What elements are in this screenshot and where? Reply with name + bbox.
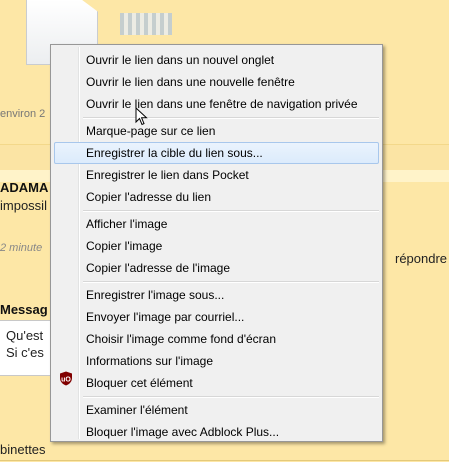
posted-time: environ 2 <box>0 108 46 120</box>
menu-separator <box>83 396 379 398</box>
message-line-1: Qu'est <box>6 328 44 343</box>
reply-time: 2 minute <box>0 242 43 254</box>
menu-item-save-link-as[interactable]: Enregistrer la cible du lien sous... <box>54 142 379 164</box>
menu-item-set-as-wallpaper[interactable]: Choisir l'image comme fond d'écran <box>54 328 379 350</box>
smileys-label[interactable]: binettes <box>0 442 46 457</box>
menu-item-save-to-pocket[interactable]: Enregistrer le lien dans Pocket <box>54 164 379 186</box>
menu-item-adblock-plus-block-image[interactable]: Bloquer l'image avec Adblock Plus... <box>54 421 379 443</box>
menu-item-inspect-element[interactable]: Examiner l'élément <box>54 399 379 421</box>
menu-separator <box>83 281 379 283</box>
menu-item-open-new-tab[interactable]: Ouvrir le lien dans un nouvel onglet <box>54 49 379 71</box>
menu-item-copy-image-address[interactable]: Copier l'adresse de l'image <box>54 257 379 279</box>
menu-item-block-element[interactable]: Bloquer cet élément <box>54 372 379 394</box>
mouse-cursor-icon <box>135 107 148 126</box>
menu-item-copy-link[interactable]: Copier l'adresse du lien <box>54 186 379 208</box>
linked-image-thumbnail[interactable] <box>120 13 172 35</box>
menu-item-save-image-as[interactable]: Enregistrer l'image sous... <box>54 284 379 306</box>
ublock-shield-icon: uO <box>60 371 72 386</box>
post-excerpt: impossil <box>0 198 47 213</box>
menu-item-open-private-window[interactable]: Ouvrir le lien dans une fenêtre de navig… <box>54 93 379 115</box>
menu-item-email-image[interactable]: Envoyer l'image par courriel... <box>54 306 379 328</box>
menu-separator <box>83 210 379 212</box>
svg-text:uO: uO <box>61 377 71 384</box>
menu-item-open-new-window[interactable]: Ouvrir le lien dans une nouvelle fenêtre <box>54 71 379 93</box>
menu-separator <box>83 117 379 119</box>
context-menu: Ouvrir le lien dans un nouvel onglet Ouv… <box>50 44 383 442</box>
menu-item-image-info[interactable]: Informations sur l'image <box>54 350 379 372</box>
menu-item-view-image[interactable]: Afficher l'image <box>54 213 379 235</box>
message-label: Messag <box>0 302 48 317</box>
message-line-2: Si c'es <box>6 345 44 360</box>
reply-link[interactable]: répondre <box>395 251 447 266</box>
footer-divider <box>0 460 449 461</box>
menu-item-copy-image[interactable]: Copier l'image <box>54 235 379 257</box>
menu-item-bookmark-link[interactable]: Marque-page sur ce lien <box>54 120 379 142</box>
author-name[interactable]: ADAMA <box>0 180 48 195</box>
